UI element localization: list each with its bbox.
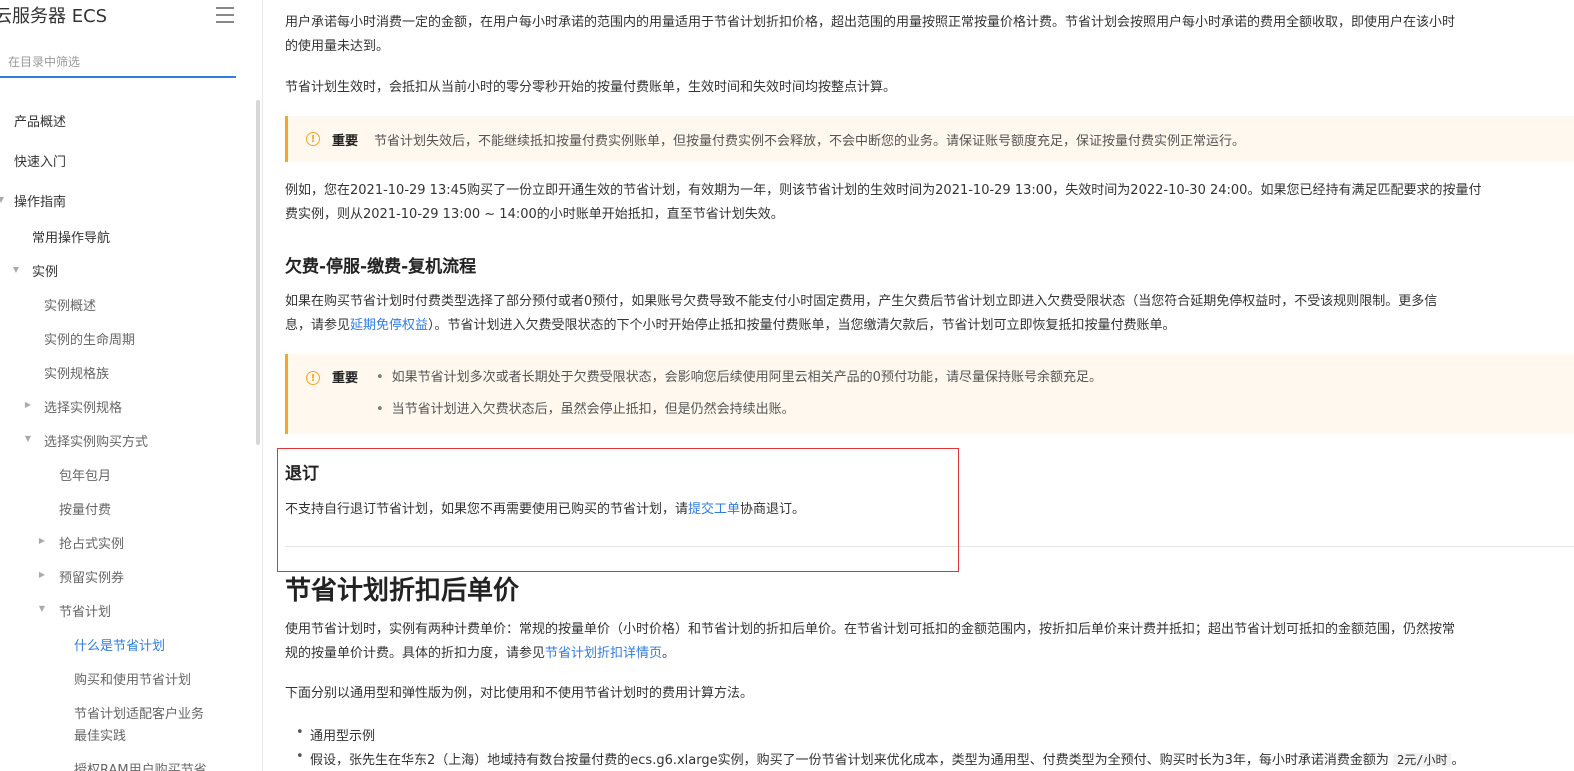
sidebar-item-instance[interactable]: 实例: [32, 261, 58, 280]
section-title-discount-price: 节省计划折扣后单价: [285, 576, 520, 606]
example-line-2: 费实例，则从2021-10-29 13:00 ~ 14:00的小时账单开始抵扣，…: [285, 207, 784, 222]
sidebar-item-operation-guide[interactable]: 操作指南: [14, 191, 66, 210]
list-item: 如果节省计划多次或者长期处于欠费受限状态，会影响您后续使用阿里云相关产品的0预付…: [376, 366, 1102, 398]
example-desc-pre: 假设，张先生在华东2（上海）地域持有数台按量付费的ecs.g6.xlarge实例…: [310, 753, 1389, 768]
price-line-2-pre: 规的按量单价计费。具体的折扣力度，请参见: [285, 646, 546, 661]
arrears-line-2-pre: 息，请参见: [285, 318, 351, 333]
sidebar-item-ram-authorize[interactable]: 授权RAM用户购买节省: [74, 759, 207, 771]
sidebar-item-reserved[interactable]: 预留实例券: [59, 567, 124, 586]
important-notice-2: ! 重要 如果节省计划多次或者长期处于欠费受限状态，会影响您后续使用阿里云相关产…: [285, 354, 1574, 434]
sidebar-item-purchase-method[interactable]: 选择实例购买方式: [44, 431, 148, 450]
section-title-refund: 退订: [285, 464, 319, 484]
intro-line-1: 用户承诺每小时消费一定的金额，在用户每小时承诺的范围内的用量适用于节省计划折扣价…: [285, 15, 1456, 30]
deferred-suspension-link[interactable]: 延期免停权益: [350, 318, 428, 333]
chevron-down-icon[interactable]: ▼: [0, 195, 6, 204]
example-paragraph: 例如，您在2021-10-29 13:45购买了一份立即开通生效的节省计划，有效…: [285, 179, 1570, 227]
notice-label: 重要: [332, 134, 359, 149]
notice-list: 如果节省计划多次或者长期处于欠费受限状态，会影响您后续使用阿里云相关产品的0预付…: [376, 366, 1102, 430]
sidebar-item-instance-family[interactable]: 实例规格族: [44, 363, 109, 382]
chevron-down-icon[interactable]: ▼: [37, 604, 47, 613]
chevron-down-icon[interactable]: ▼: [23, 434, 33, 443]
warning-icon: !: [306, 371, 320, 385]
sidebar-scrollbar[interactable]: [256, 100, 260, 445]
sidebar: 云服务器 ECS 产品概述 快速入门 ▼ 操作指南 常用操作导航 ▼ 实例 实例…: [0, 0, 263, 771]
sidebar-item-savings-plan[interactable]: 节省计划: [59, 601, 111, 620]
warning-icon: !: [306, 132, 320, 146]
notice-label: 重要: [332, 371, 359, 386]
refund-paragraph: 不支持自行退订节省计划，如果您不再需要使用已购买的节省计划，请提交工单协商退订。: [285, 498, 1570, 522]
general-example-desc: 假设，张先生在华东2（上海）地域持有数台按量付费的ecs.g6.xlarge实例…: [296, 749, 1465, 768]
important-notice: ! 重要 节省计划失效后，不能继续抵扣按量付费实例账单，但按量付费实例不会释放，…: [285, 116, 1574, 162]
sidebar-item-quick-start[interactable]: 快速入门: [14, 151, 66, 170]
commitment-code: 2元/小时: [1393, 753, 1452, 767]
discount-detail-link[interactable]: 节省计划折扣详情页: [545, 646, 662, 661]
notice-text: 节省计划失效后，不能继续抵扣按量付费实例账单，但按量付费实例不会释放，不会中断您…: [374, 134, 1246, 149]
arrears-line-2-post: ）。节省计划进入欠费受限状态的下个小时开始停止抵扣按量付费账单，当您缴清欠款后，…: [428, 318, 1176, 333]
list-item-general-example: 通用型示例: [296, 725, 375, 744]
arrears-line-1: 如果在购买节省计划时付费类型选择了部分预付或者0预付，如果账号欠费导致不能支付小…: [285, 294, 1438, 309]
doc-content: 用户承诺每小时消费一定的金额，在用户每小时承诺的范围内的用量适用于节省计划折扣价…: [263, 0, 1574, 771]
sidebar-title[interactable]: 云服务器 ECS: [0, 2, 107, 28]
chevron-right-icon[interactable]: ▶: [37, 570, 47, 579]
price-paragraph: 使用节省计划时，实例有两种计费单价：常规的按量单价（小时价格）和节省计划的折扣后…: [285, 618, 1570, 666]
intro-line-2: 的使用量未达到。: [285, 39, 390, 54]
sidebar-item-product-overview[interactable]: 产品概述: [14, 111, 66, 130]
chevron-right-icon[interactable]: ▶: [37, 536, 47, 545]
refund-text-pre: 不支持自行退订节省计划，如果您不再需要使用已购买的节省计划，请: [285, 502, 689, 517]
section-title-arrears: 欠费-停服-缴费-复机流程: [285, 257, 477, 277]
arrears-paragraph: 如果在购买节省计划时付费类型选择了部分预付或者0预付，如果账号欠费导致不能支付小…: [285, 290, 1570, 338]
effect-paragraph: 节省计划生效时，会抵扣从当前小时的零分零秒开始的按量付费账单，生效时间和失效时间…: [285, 80, 897, 95]
sidebar-item-label: 节省计划适配客户业务: [74, 707, 205, 722]
list-item: 当节省计划进入欠费状态后，虽然会停止抵扣，但是仍然会持续出账。: [376, 398, 1102, 430]
sidebar-item-preemptible[interactable]: 抢占式实例: [59, 533, 124, 552]
sidebar-item-instance-lifecycle[interactable]: 实例的生命周期: [44, 329, 135, 348]
sidebar-item-pay-as-you-go[interactable]: 按量付费: [59, 499, 111, 518]
submit-ticket-link[interactable]: 提交工单: [688, 502, 740, 517]
sidebar-item-choose-spec[interactable]: 选择实例规格: [44, 397, 122, 416]
price-compare-paragraph: 下面分别以通用型和弹性版为例，对比使用和不使用节省计划时的费用计算方法。: [285, 686, 754, 701]
chevron-down-icon[interactable]: ▼: [11, 265, 21, 274]
example-line-1: 例如，您在2021-10-29 13:45购买了一份立即开通生效的节省计划，有效…: [285, 183, 1482, 198]
sidebar-item-best-practice[interactable]: 节省计划适配客户业务 最佳实践: [74, 703, 204, 752]
sidebar-item-subscription[interactable]: 包年包月: [59, 465, 111, 484]
price-line-1: 使用节省计划时，实例有两种计费单价：常规的按量单价（小时价格）和节省计划的折扣后…: [285, 622, 1456, 637]
sidebar-item-common-nav[interactable]: 常用操作导航: [32, 227, 110, 246]
sidebar-item-instance-overview[interactable]: 实例概述: [44, 295, 96, 314]
price-line-2-post: 。: [662, 646, 676, 661]
divider: [285, 546, 1574, 547]
sidebar-item-what-is-savings-plan[interactable]: 什么是节省计划: [74, 635, 165, 654]
menu-toggle-icon[interactable]: [216, 7, 234, 23]
chevron-right-icon[interactable]: ▶: [23, 400, 33, 409]
directory-filter-input[interactable]: [0, 48, 236, 78]
sidebar-item-buy-use-savings-plan[interactable]: 购买和使用节省计划: [74, 669, 191, 688]
intro-paragraph: 用户承诺每小时消费一定的金额，在用户每小时承诺的范围内的用量适用于节省计划折扣价…: [285, 11, 1570, 59]
example-desc-post: 。: [1451, 753, 1465, 768]
refund-text-post: 协商退订。: [740, 502, 806, 517]
sidebar-item-label: 最佳实践: [74, 729, 127, 744]
